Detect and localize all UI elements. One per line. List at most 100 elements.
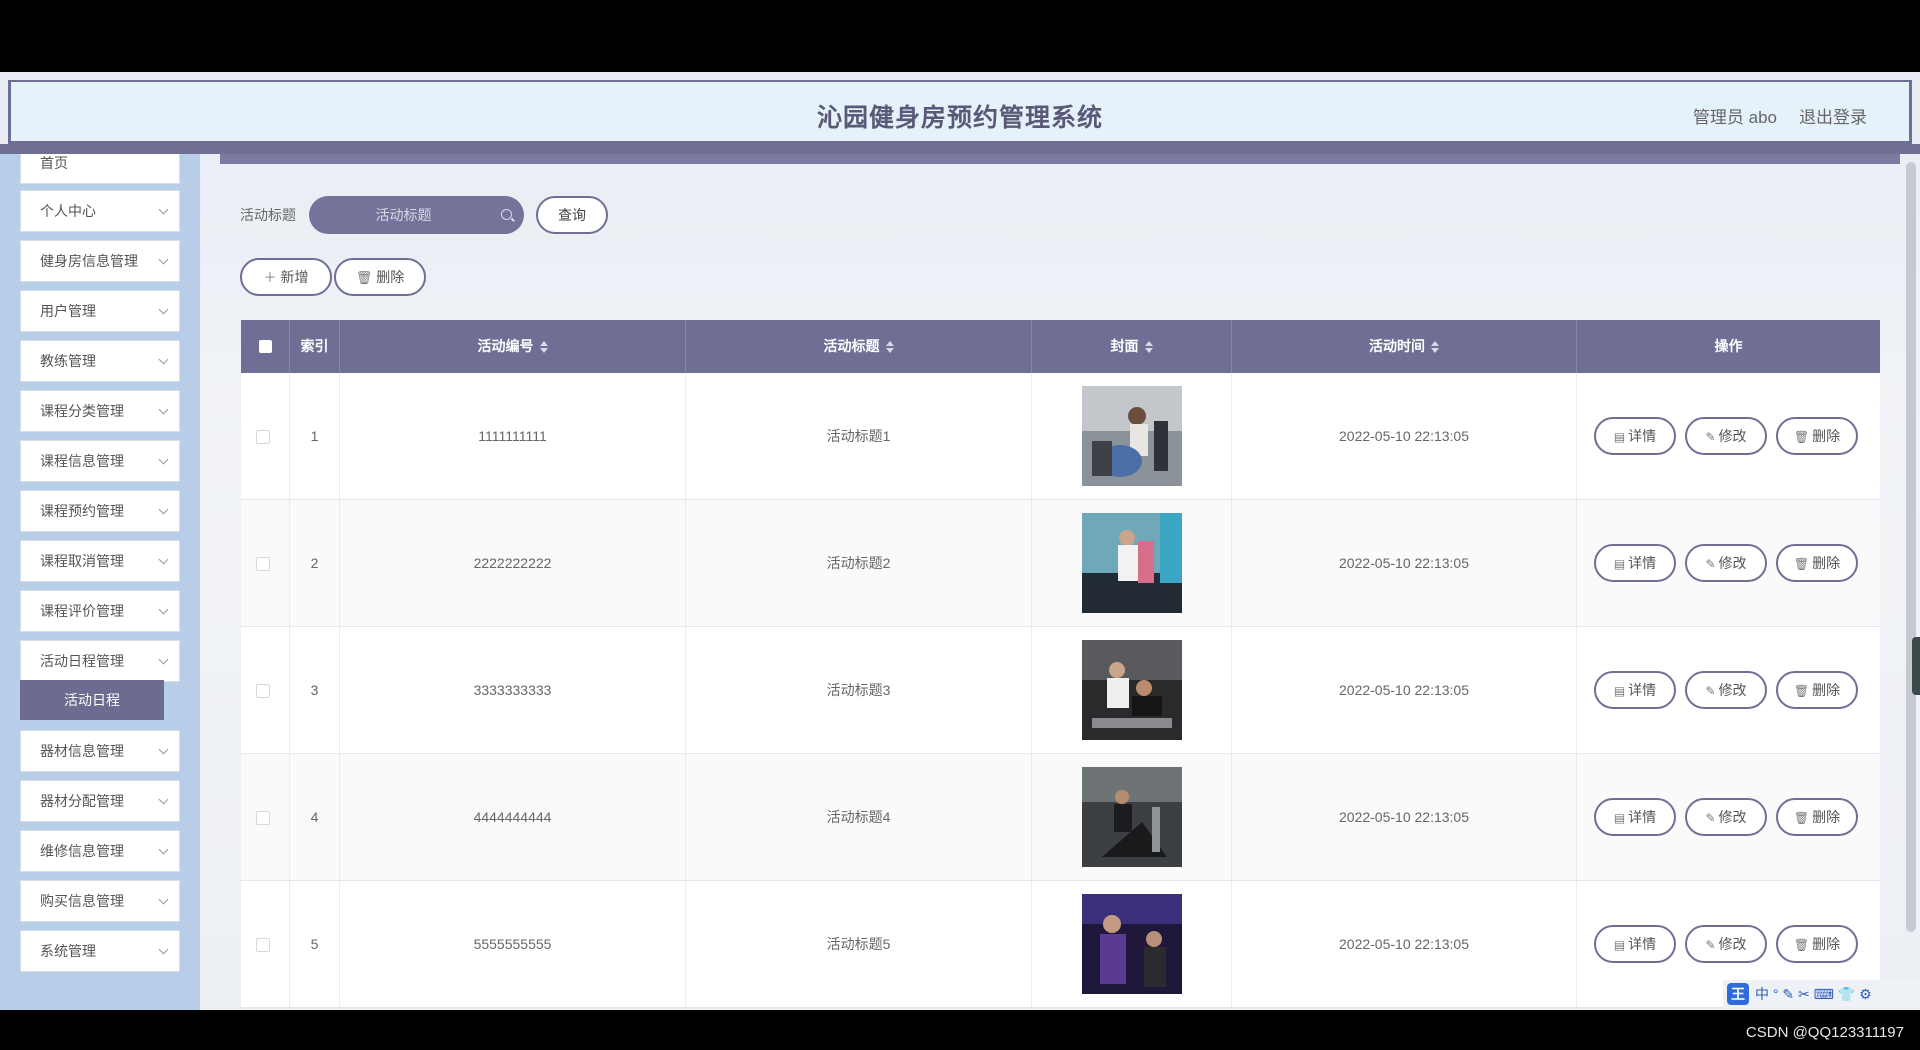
- checkbox-icon[interactable]: [256, 684, 270, 698]
- detail-button[interactable]: ▤ 详情: [1594, 544, 1676, 582]
- table-row: 4 4444444444 活动标题4 2022-05-10 22:13:05 ▤…: [241, 754, 1880, 881]
- add-button[interactable]: ＋新增: [240, 258, 332, 296]
- detail-button[interactable]: ▤ 详情: [1594, 925, 1676, 963]
- detail-button[interactable]: ▤ 详情: [1594, 417, 1676, 455]
- sidebar-item-activity-schedule[interactable]: 活动日程管理: [20, 640, 180, 682]
- sidebar-item-repairs[interactable]: 维修信息管理: [20, 830, 180, 872]
- search-label: 活动标题: [240, 207, 296, 223]
- checkbox-icon[interactable]: [256, 938, 270, 952]
- trash-icon: 🗑: [1793, 557, 1810, 571]
- sort-icon[interactable]: [539, 341, 548, 354]
- document-icon: ▤: [1613, 684, 1626, 698]
- delete-button[interactable]: 🗑 删除: [1776, 671, 1858, 709]
- sort-icon[interactable]: [885, 341, 894, 354]
- sidebar-item-users[interactable]: 用户管理: [20, 290, 180, 332]
- detail-button[interactable]: ▤ 详情: [1594, 671, 1676, 709]
- sidebar-item-equipment-info[interactable]: 器材信息管理: [20, 730, 180, 772]
- sidebar-item-label: 课程信息管理: [40, 453, 124, 469]
- row-actions: ▤ 详情 ✎ 修改 🗑 删除: [1577, 500, 1880, 626]
- chevron-down-icon: [158, 404, 169, 415]
- row-index: 5: [290, 881, 340, 1007]
- keyboard-icon[interactable]: ⌨: [1814, 986, 1834, 1002]
- sidebar-item-course-review[interactable]: 课程评价管理: [20, 590, 180, 632]
- query-button[interactable]: 查询: [536, 196, 608, 234]
- row-select[interactable]: [241, 754, 290, 880]
- search-input-overlay: [309, 196, 524, 234]
- pencil-icon: ✎: [1705, 938, 1716, 952]
- ime-toolbar[interactable]: 王中 ° ✎ ✂ ⌨ 👕 ⚙: [1723, 980, 1920, 1008]
- header-cover[interactable]: 封面: [1032, 320, 1232, 373]
- pencil-icon: ✎: [1705, 430, 1716, 444]
- row-index: 2: [290, 500, 340, 626]
- row-select[interactable]: [241, 373, 290, 499]
- ime-punctuation-icon[interactable]: °: [1773, 986, 1779, 1002]
- sidebar-item-home[interactable]: 首页: [20, 154, 180, 184]
- edit-button[interactable]: ✎ 修改: [1685, 544, 1767, 582]
- row-cover: [1032, 627, 1232, 753]
- row-code: 3333333333: [340, 627, 686, 753]
- row-select[interactable]: [241, 627, 290, 753]
- trash-icon: 🗑: [1793, 938, 1810, 952]
- header-ops: 操作: [1714, 338, 1743, 354]
- sort-icon[interactable]: [1144, 341, 1153, 354]
- checkbox-icon[interactable]: [256, 557, 270, 571]
- chevron-down-icon: [158, 744, 169, 755]
- edit-button[interactable]: ✎ 修改: [1685, 798, 1767, 836]
- scissors-icon[interactable]: ✂: [1798, 986, 1810, 1002]
- edit-button[interactable]: ✎ 修改: [1685, 671, 1767, 709]
- sidebar-item-profile[interactable]: 个人中心: [20, 190, 180, 232]
- pencil-icon[interactable]: ✎: [1782, 986, 1794, 1002]
- header-select-all[interactable]: [241, 320, 290, 373]
- gear-icon[interactable]: ⚙: [1859, 986, 1872, 1002]
- sidebar-item-coaches[interactable]: 教练管理: [20, 340, 180, 382]
- delete-button[interactable]: 🗑 删除: [1776, 798, 1858, 836]
- row-actions: ▤ 详情 ✎ 修改 🗑 删除: [1577, 754, 1880, 880]
- side-tab-handle[interactable]: [1912, 637, 1920, 695]
- checkbox-icon[interactable]: [259, 340, 272, 353]
- edit-button[interactable]: ✎ 修改: [1685, 925, 1767, 963]
- header-cover-label: 封面: [1110, 338, 1139, 354]
- pencil-icon: ✎: [1705, 684, 1716, 698]
- cover-image: [1082, 767, 1182, 867]
- sidebar-item-course-booking[interactable]: 课程预约管理: [20, 490, 180, 532]
- bottom-letterbox: [0, 1010, 1920, 1050]
- row-cover: [1032, 373, 1232, 499]
- checkbox-icon[interactable]: [256, 811, 270, 825]
- header-code[interactable]: 活动编号: [340, 320, 686, 373]
- edit-button[interactable]: ✎ 修改: [1685, 417, 1767, 455]
- sidebar-item-equipment-allocation[interactable]: 器材分配管理: [20, 780, 180, 822]
- table-header: 索引 活动编号 活动标题 封面 活动时间 操作: [241, 320, 1880, 373]
- delete-button[interactable]: 🗑 删除: [1776, 417, 1858, 455]
- row-time: 2022-05-10 22:13:05: [1232, 500, 1577, 626]
- sidebar-item-label: 课程取消管理: [40, 553, 124, 569]
- ime-mode[interactable]: 中: [1755, 986, 1769, 1002]
- top-header: 沁园健身房预约管理系统 管理员 abo 退出登录: [8, 80, 1912, 144]
- sidebar-item-course-cancel[interactable]: 课程取消管理: [20, 540, 180, 582]
- delete-button[interactable]: 🗑 删除: [1776, 925, 1858, 963]
- checkbox-icon[interactable]: [256, 430, 270, 444]
- sidebar-item-label: 购买信息管理: [40, 893, 124, 909]
- delete-label: 删除: [1812, 809, 1841, 825]
- page-scrollbar[interactable]: [1906, 162, 1916, 932]
- sort-icon[interactable]: [1431, 341, 1439, 354]
- sidebar-item-purchases[interactable]: 购买信息管理: [20, 880, 180, 922]
- logout-link[interactable]: 退出登录: [1799, 103, 1867, 128]
- row-select[interactable]: [241, 500, 290, 626]
- skin-icon[interactable]: 👕: [1838, 986, 1855, 1002]
- sidebar-item-system[interactable]: 系统管理: [20, 930, 180, 972]
- detail-button[interactable]: ▤ 详情: [1594, 798, 1676, 836]
- page-title: 沁园健身房预约管理系统: [816, 104, 1103, 132]
- sidebar-item-label: 维修信息管理: [40, 843, 124, 859]
- detail-label: 详情: [1628, 936, 1657, 952]
- header-title[interactable]: 活动标题: [686, 320, 1032, 373]
- sidebar-item-gym-info[interactable]: 健身房信息管理: [20, 240, 180, 282]
- row-cover: [1032, 754, 1232, 880]
- sidebar-item-course-categories[interactable]: 课程分类管理: [20, 390, 180, 432]
- bulk-delete-button[interactable]: 🗑 删除: [334, 258, 426, 296]
- row-title: 活动标题4: [686, 754, 1032, 880]
- sidebar-item-course-info[interactable]: 课程信息管理: [20, 440, 180, 482]
- row-select[interactable]: [241, 881, 290, 1007]
- delete-button[interactable]: 🗑 删除: [1776, 544, 1858, 582]
- header-time[interactable]: 活动时间: [1232, 320, 1577, 373]
- submenu-item-activity-schedule[interactable]: 活动日程: [20, 680, 164, 720]
